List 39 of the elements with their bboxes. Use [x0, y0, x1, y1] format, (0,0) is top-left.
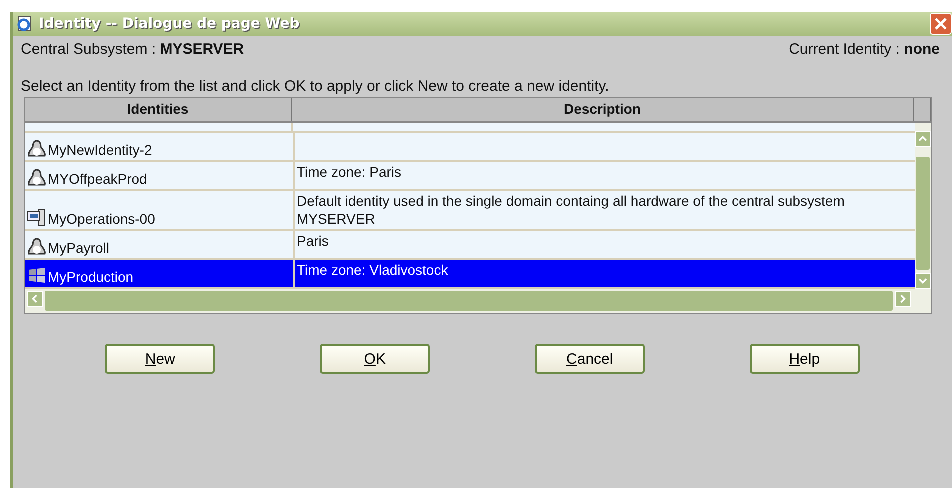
- close-button[interactable]: [930, 13, 952, 35]
- dialog-button[interactable]: New: [105, 344, 216, 374]
- windows-logo-icon: [27, 267, 47, 285]
- scroll-right-icon[interactable]: [895, 291, 911, 307]
- penguin-icon: [27, 140, 47, 158]
- identity-name: MyNewIdentity-2: [48, 142, 152, 158]
- identity-name: MYOffpeakProd: [48, 171, 148, 187]
- instruction-text: Select an Identity from the list and click OK to apply or click New to create a new identity.: [21, 78, 610, 95]
- scrollbar-thumb[interactable]: [916, 157, 930, 270]
- vertical-scrollbar[interactable]: [915, 123, 931, 289]
- description-text: Time zone: Vladivostock: [297, 262, 448, 278]
- identity-name: MyProduction: [48, 269, 134, 285]
- horizontal-scrollbar[interactable]: [25, 289, 931, 313]
- table-row[interactable]: MyProduction Time zone: Vladivostock: [25, 260, 915, 289]
- server-icon: [27, 209, 47, 227]
- column-header[interactable]: Identities: [25, 98, 292, 121]
- penguin-icon: [27, 238, 47, 256]
- table-row[interactable]: MyNewIdentity-2: [25, 133, 915, 162]
- window-title: Identity -- Dialogue de page Web: [39, 16, 300, 32]
- scroll-up-icon[interactable]: [915, 131, 931, 147]
- description-text: Time zone: Paris: [297, 164, 402, 180]
- dialog-button[interactable]: OK: [320, 344, 430, 374]
- table-row[interactable]: MYOffpeakProd Time zone: Paris: [25, 162, 915, 191]
- description-text: Paris: [297, 233, 329, 249]
- current-identity-label: Current Identity : none: [789, 41, 940, 58]
- close-icon: [935, 18, 947, 30]
- identity-name: MyOperations-00: [48, 211, 156, 227]
- subsystem-label: Central Subsystem : MYSERVER: [21, 41, 244, 58]
- browser-icon: [17, 16, 33, 32]
- penguin-icon: [27, 169, 47, 187]
- dialog-button[interactable]: Cancel: [534, 344, 645, 374]
- identity-name: MyPayroll: [48, 240, 110, 256]
- table-row[interactable]: MyOperations-00 Default identity used in the single domain containg all hardware of the central subsystem MYSERVER: [25, 191, 915, 231]
- column-header[interactable]: Description: [292, 98, 914, 121]
- dialog-button[interactable]: Help: [750, 344, 860, 374]
- description-text: Default identity used in the single domain containg all hardware of the central subsystem MYSERVER: [297, 193, 845, 227]
- scrollbar-thumb[interactable]: [45, 291, 893, 311]
- scroll-left-icon[interactable]: [27, 291, 43, 307]
- scroll-down-icon[interactable]: [915, 273, 931, 289]
